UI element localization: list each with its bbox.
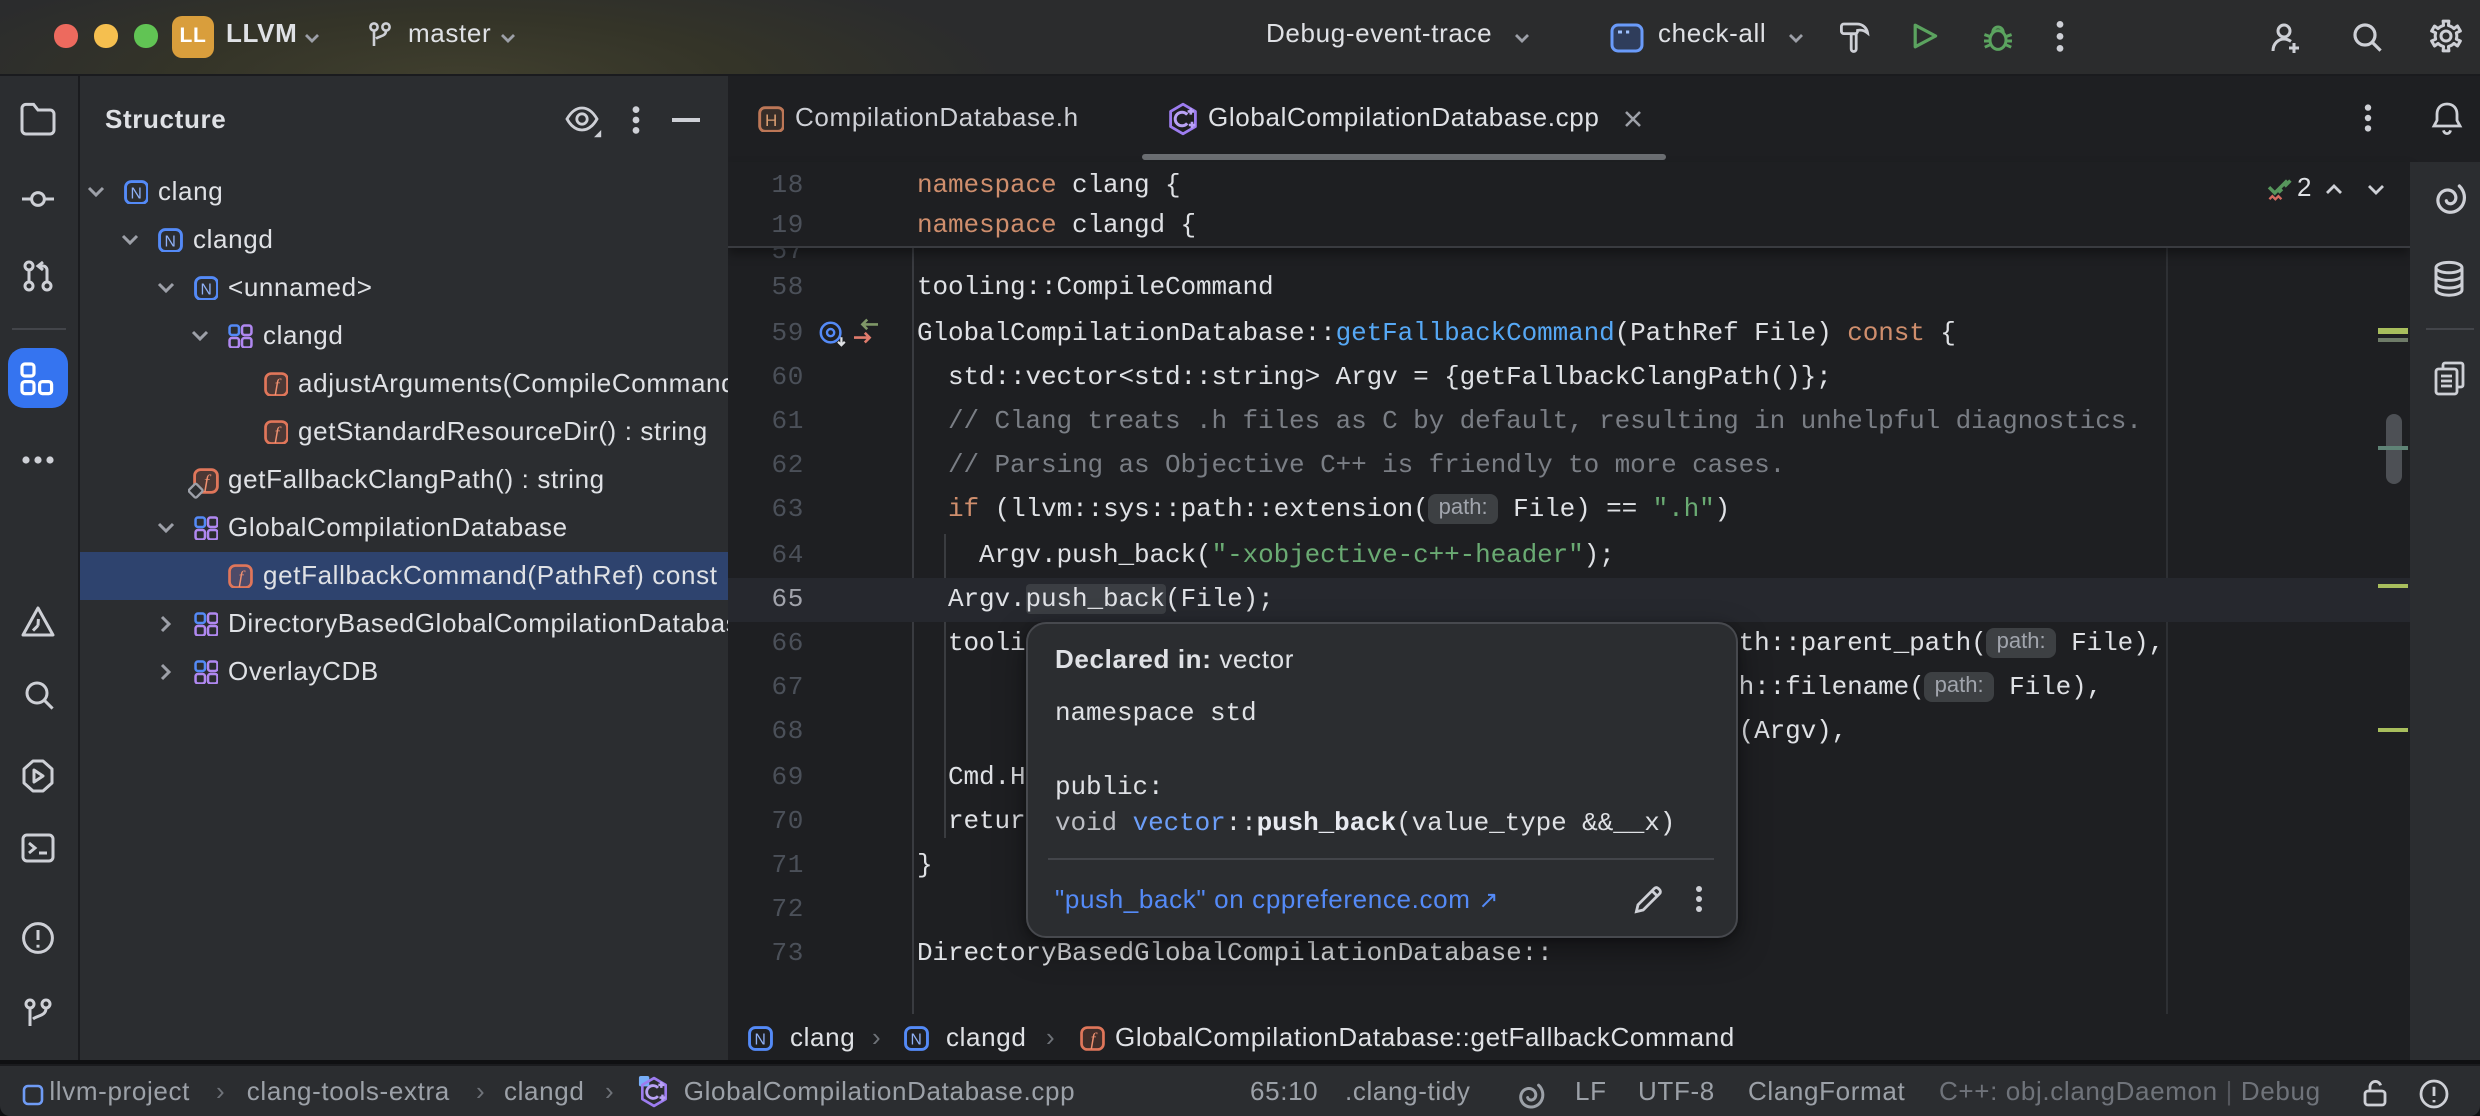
svg-text:H: H <box>764 110 777 129</box>
svg-text:N: N <box>165 232 177 249</box>
svg-text:N: N <box>130 184 142 201</box>
svg-text:N: N <box>755 1031 767 1048</box>
svg-text:N: N <box>200 280 212 297</box>
svg-text:N: N <box>911 1031 923 1048</box>
